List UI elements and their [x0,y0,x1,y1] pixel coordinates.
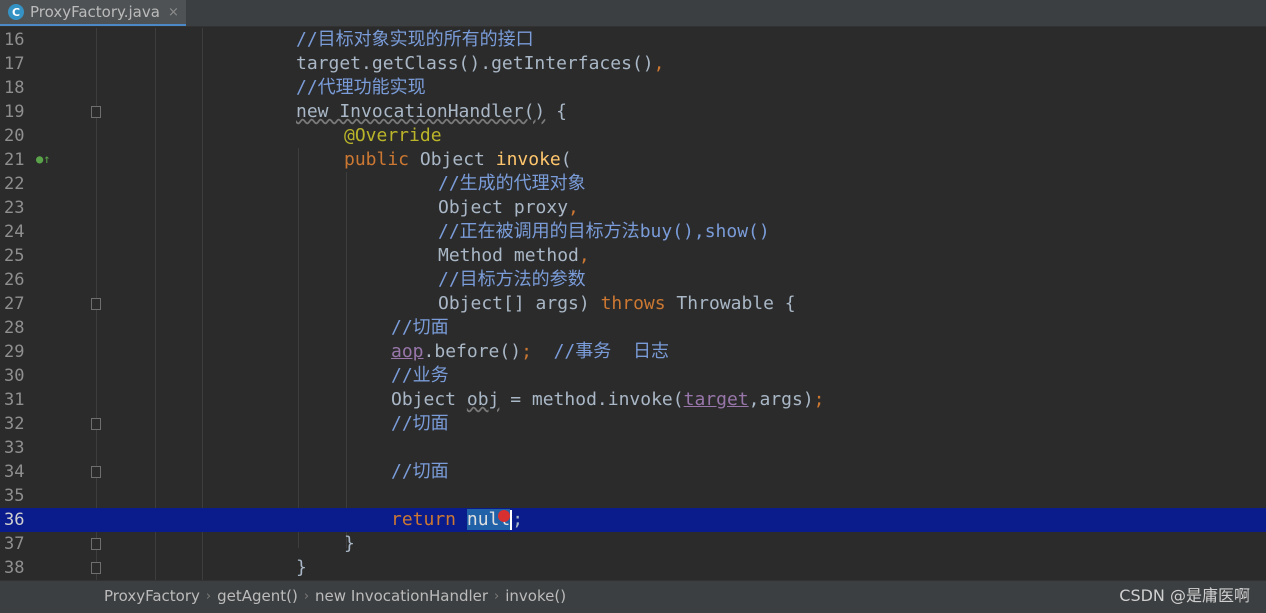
code-text: Object proxy, [438,197,579,218]
current-code-line[interactable]: 36 return null; [0,508,1266,532]
line-number: 25 [4,246,25,266]
code-line[interactable]: 22 //生成的代理对象 [0,172,1266,196]
code-comment: //业务 [391,365,449,386]
line-number: 33 [4,438,25,458]
fold-marker-icon[interactable] [91,538,101,550]
line-number: 18 [4,78,25,98]
fold-marker-icon[interactable] [91,562,101,574]
annotation: @Override [344,125,442,146]
code-comment: //目标方法的参数 [438,269,586,290]
line-number: 38 [4,558,25,578]
fold-marker-icon[interactable] [91,466,101,478]
line-number: 31 [4,390,25,410]
code-line[interactable]: 26 //目标方法的参数 [0,268,1266,292]
close-icon[interactable]: × [168,5,179,20]
code-line[interactable]: 37 } [0,532,1266,556]
line-number: 20 [4,126,25,146]
code-line[interactable]: 18 //代理功能实现 [0,76,1266,100]
code-text: Object[] args) throws Throwable { [438,293,796,314]
code-comment: //切面 [391,461,449,482]
line-number: 23 [4,198,25,218]
line-number: 37 [4,534,25,554]
code-text: Object obj = method.invoke(target,args); [391,389,825,410]
breadcrumb-item-class[interactable]: ProxyFactory [104,587,200,605]
code-line[interactable]: 17 target.getClass().getInterfaces(), [0,52,1266,76]
code-text: } [296,557,307,578]
line-number: 24 [4,222,25,242]
implements-method-icon[interactable]: ●↑ [36,152,50,166]
code-comment: //切面 [391,317,449,338]
watermark: CSDN @是庸医啊 [1119,586,1250,605]
line-number: 35 [4,486,25,506]
code-line[interactable]: 32 //切面 [0,412,1266,436]
tab-proxyfactory-java[interactable]: C ProxyFactory.java × [0,0,186,26]
code-text: } [344,533,355,554]
breadcrumb-bar: ProxyFactory › getAgent() › new Invocati… [0,580,1266,613]
code-line[interactable]: 35 [0,484,1266,508]
line-number: 32 [4,414,25,434]
code-comment: //代理功能实现 [296,77,426,98]
code-line[interactable]: 23 Object proxy, [0,196,1266,220]
code-line[interactable]: 21 ●↑ public Object invoke( [0,148,1266,172]
code-line[interactable]: 20 @Override [0,124,1266,148]
code-line[interactable]: 25 Method method, [0,244,1266,268]
line-number: 28 [4,318,25,338]
code-comment: //切面 [391,413,449,434]
line-number: 19 [4,102,25,122]
code-text: Method method, [438,245,590,266]
code-line[interactable]: 38 } [0,556,1266,580]
chevron-right-icon: › [205,588,212,604]
editor-tab-bar: C ProxyFactory.java × [0,0,1266,27]
tab-title: ProxyFactory.java [30,3,160,21]
fold-marker-icon[interactable] [91,298,101,310]
fold-marker-icon[interactable] [91,106,101,118]
code-line[interactable]: 16 //目标对象实现的所有的接口 [0,28,1266,52]
code-line[interactable]: 28 //切面 [0,316,1266,340]
chevron-right-icon: › [494,588,500,604]
code-line[interactable]: 19 new InvocationHandler() { [0,100,1266,124]
code-line[interactable]: 34 //切面 [0,460,1266,484]
line-number: 21 [4,150,25,170]
code-text: aop.before(); //事务 日志 [391,341,669,362]
code-line[interactable]: 31 Object obj = method.invoke(target,arg… [0,388,1266,412]
code-line[interactable]: 24 //正在被调用的目标方法buy(),show() [0,220,1266,244]
breadcrumb-item-method[interactable]: getAgent() [217,587,298,605]
chevron-right-icon: › [303,588,310,604]
code-editor[interactable]: 16 //目标对象实现的所有的接口 17 target.getClass().g… [0,28,1266,580]
fold-marker-icon[interactable] [91,418,101,430]
code-comment: //生成的代理对象 [438,173,586,194]
breadcrumb: ProxyFactory › getAgent() › new Invocati… [104,581,566,611]
line-number: 34 [4,462,25,482]
line-number: 26 [4,270,25,290]
code-text: public Object invoke( [344,149,572,170]
java-class-icon: C [8,4,24,20]
code-comment: //目标对象实现的所有的接口 [296,29,534,50]
mouse-cursor-icon [498,510,510,522]
code-line[interactable]: 33 [0,436,1266,460]
code-text: new InvocationHandler() { [296,101,567,122]
line-number: 29 [4,342,25,362]
line-number: 22 [4,174,25,194]
line-number: 27 [4,294,25,314]
breadcrumb-item-anonymous-class[interactable]: new InvocationHandler [315,587,488,605]
code-line[interactable]: 27 Object[] args) throws Throwable { [0,292,1266,316]
code-text: target.getClass().getInterfaces(), [296,53,665,74]
line-number: 30 [4,366,25,386]
breadcrumb-item-invoke[interactable]: invoke() [505,587,566,605]
code-line[interactable]: 30 //业务 [0,364,1266,388]
line-number: 36 [4,510,25,530]
line-number: 17 [4,54,25,74]
code-comment: //正在被调用的目标方法buy(),show() [438,221,770,242]
code-line[interactable]: 29 aop.before(); //事务 日志 [0,340,1266,364]
line-number: 16 [4,30,25,50]
